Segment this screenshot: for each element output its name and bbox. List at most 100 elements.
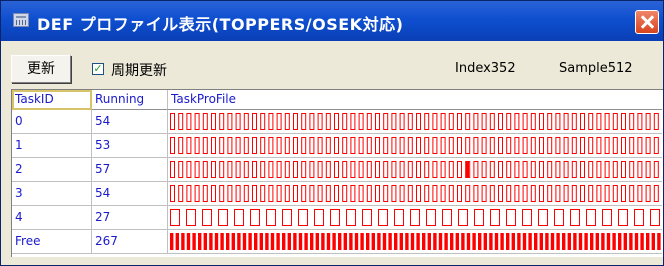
profile-bar <box>260 113 266 130</box>
profile-bar <box>301 113 307 130</box>
profile-bar <box>234 209 244 226</box>
profile-bar <box>378 209 388 226</box>
profile-bar <box>342 161 348 178</box>
profile-bar <box>219 161 225 178</box>
profile-bar <box>629 185 635 202</box>
profile-bar <box>276 233 280 250</box>
periodic-update-label[interactable]: 周期更新 <box>111 60 167 80</box>
profile-bar <box>578 233 583 250</box>
profile-bar <box>481 161 487 178</box>
profile-bar <box>528 233 532 250</box>
profile-bar <box>550 233 555 250</box>
profile-bar <box>375 185 380 202</box>
profile-bar <box>243 137 249 154</box>
close-button[interactable] <box>635 10 659 34</box>
running-cell[interactable]: 53 <box>92 134 168 158</box>
column-header-running[interactable]: Running <box>92 90 168 110</box>
running-cell[interactable]: 57 <box>92 158 168 182</box>
profile-bars <box>170 209 660 226</box>
profile-bar <box>457 137 462 154</box>
profile-bar <box>252 113 257 130</box>
task-id-cell[interactable]: 0 <box>12 110 92 134</box>
profile-bar <box>252 161 257 178</box>
profile-bar <box>448 161 454 178</box>
profile-bar <box>571 185 577 202</box>
column-header-taskid[interactable]: TaskID <box>12 90 92 110</box>
profile-bar <box>500 233 504 250</box>
profile-bar <box>407 161 413 178</box>
profile-bar <box>284 185 290 202</box>
profile-bar <box>506 161 512 178</box>
profile-bar <box>621 161 626 178</box>
task-id-cell[interactable]: 1 <box>12 134 92 158</box>
profile-bar <box>570 209 580 226</box>
running-cell[interactable]: 27 <box>92 206 168 230</box>
profile-bar <box>227 161 233 178</box>
profile-bar <box>330 209 340 226</box>
profile-bar <box>424 137 430 154</box>
profile-bar <box>481 137 487 154</box>
profile-bar <box>391 113 397 130</box>
profile-bar <box>186 137 192 154</box>
profile-bar <box>432 137 438 154</box>
task-id-cell[interactable]: 3 <box>12 182 92 206</box>
profile-bar <box>235 161 241 178</box>
profile-bar <box>653 185 659 202</box>
running-cell[interactable]: 54 <box>92 110 168 134</box>
column-header-taskprofile[interactable]: TaskProFile <box>168 90 662 110</box>
profile-bar <box>563 137 569 154</box>
title-bar[interactable]: DEF プロファイル表示(TOPPERS/OSEK対応) <box>1 1 663 41</box>
refresh-button[interactable]: 更新 <box>11 55 71 83</box>
profile-bar <box>235 113 241 130</box>
profile-bar <box>270 233 275 250</box>
task-profile-cell <box>168 182 662 206</box>
profile-bar <box>175 233 179 250</box>
profile-bar <box>590 233 594 250</box>
profile-bar <box>202 137 208 154</box>
profile-bar <box>260 137 266 154</box>
profile-bar <box>214 233 219 250</box>
profile-bar <box>259 233 263 250</box>
profile-bar <box>604 185 610 202</box>
profile-bar <box>293 161 298 178</box>
task-id-cell[interactable]: Free <box>12 230 92 254</box>
periodic-update-checkbox[interactable]: ✓ <box>92 63 104 75</box>
profile-bar <box>276 137 282 154</box>
profile-bar <box>573 233 577 250</box>
profile-bar <box>338 233 342 250</box>
profile-bar <box>621 113 626 130</box>
profile-bar <box>388 233 392 250</box>
profile-bar <box>325 161 331 178</box>
task-id-cell[interactable]: 2 <box>12 158 92 182</box>
profile-bar <box>588 113 594 130</box>
profile-bar <box>432 113 438 130</box>
profile-bar <box>235 137 241 154</box>
sample-readout: Sample512 <box>559 61 633 76</box>
profile-bar <box>530 113 536 130</box>
profile-bar <box>556 233 560 250</box>
profile-bar <box>186 233 191 250</box>
profile-bar <box>293 113 298 130</box>
profile-bar <box>220 233 224 250</box>
profile-bar <box>410 233 415 250</box>
running-cell[interactable]: 54 <box>92 182 168 206</box>
profile-bar <box>211 161 216 178</box>
profile-bar <box>309 137 315 154</box>
profile-bar <box>358 161 364 178</box>
profile-bar <box>310 233 314 250</box>
profile-bar <box>375 161 380 178</box>
profile-bar <box>514 161 520 178</box>
profile-bar <box>349 233 353 250</box>
profile-bar <box>276 113 282 130</box>
running-cell[interactable]: 267 <box>92 230 168 254</box>
profile-bar <box>405 233 409 250</box>
profile-bar <box>178 161 184 178</box>
profile-bar <box>298 209 308 226</box>
profile-bar <box>440 185 446 202</box>
profile-bar <box>629 113 635 130</box>
profile-bar <box>440 137 446 154</box>
profile-bar <box>629 233 633 250</box>
task-id-cell[interactable]: 4 <box>12 206 92 230</box>
profile-bar <box>586 209 596 226</box>
profile-bar <box>227 113 233 130</box>
